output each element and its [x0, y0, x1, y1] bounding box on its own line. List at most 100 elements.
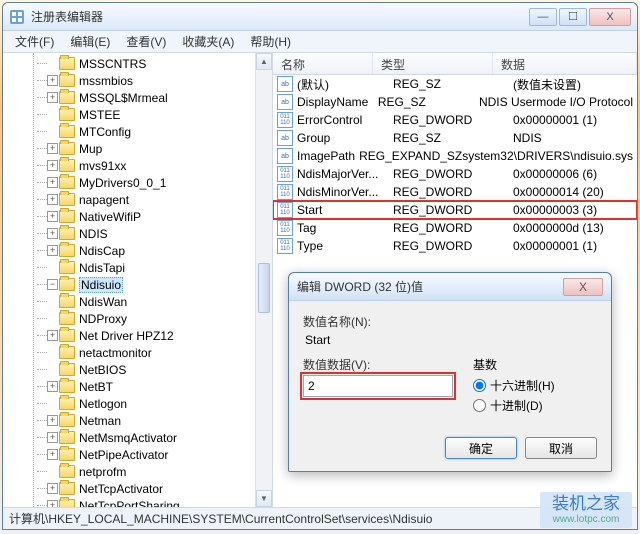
close-button[interactable]: X: [589, 8, 631, 26]
folder-icon: [59, 142, 75, 155]
expand-icon[interactable]: +: [47, 211, 58, 222]
tree-item[interactable]: +netactmonitor: [7, 344, 272, 361]
dialog-titlebar[interactable]: 编辑 DWORD (32 位)值 X: [289, 273, 611, 301]
expand-icon[interactable]: +: [47, 194, 58, 205]
dword-icon: 011110: [277, 166, 293, 182]
tree-item[interactable]: +Mup: [7, 140, 272, 157]
tree-item-label: mssmbios: [79, 74, 133, 88]
tree-item-label: NetBIOS: [79, 363, 126, 377]
tree-scrollbar[interactable]: ▲ ▼: [255, 53, 272, 507]
cell-name: Tag: [297, 221, 393, 235]
folder-icon: [59, 329, 75, 342]
expand-icon[interactable]: +: [47, 483, 58, 494]
tree-item[interactable]: +Net Driver HPZ12: [7, 327, 272, 344]
minimize-button[interactable]: —: [529, 8, 557, 26]
cell-name: NdisMajorVer...: [297, 167, 393, 181]
cell-data: 0x00000003 (3): [513, 203, 633, 217]
cell-type: REG_DWORD: [393, 113, 513, 127]
tree-item[interactable]: +NdisWan: [7, 293, 272, 310]
maximize-button[interactable]: ☐: [559, 8, 587, 26]
tree-item[interactable]: +MTConfig: [7, 123, 272, 140]
tree-item[interactable]: +NdisCap: [7, 242, 272, 259]
dialog-close-button[interactable]: X: [563, 278, 603, 296]
tree-item[interactable]: +MSSQL$Mrmeal: [7, 89, 272, 106]
cell-type: REG_DWORD: [393, 167, 513, 181]
list-row[interactable]: 011110TypeREG_DWORD0x00000001 (1): [273, 237, 637, 255]
folder-icon: [59, 295, 75, 308]
list-row[interactable]: 011110NdisMajorVer...REG_DWORD0x00000006…: [273, 165, 637, 183]
list-row[interactable]: ab(默认)REG_SZ(数值未设置): [273, 75, 637, 93]
expand-icon[interactable]: +: [47, 143, 58, 154]
menu-favorites[interactable]: 收藏夹(A): [174, 31, 242, 52]
list-row[interactable]: 011110StartREG_DWORD0x00000003 (3): [273, 201, 637, 219]
tree-item[interactable]: +Netman: [7, 412, 272, 429]
tree-item[interactable]: +NDIS: [7, 225, 272, 242]
cell-type: REG_SZ: [378, 95, 479, 109]
tree-item-label: NdisWan: [79, 295, 127, 309]
tree-item[interactable]: +napagent: [7, 191, 272, 208]
folder-icon: [59, 176, 75, 189]
tree-item[interactable]: + NetTcpActivator: [7, 480, 272, 497]
col-name[interactable]: 名称: [273, 53, 373, 74]
status-path: 计算机\HKEY_LOCAL_MACHINE\SYSTEM\CurrentCon…: [9, 510, 432, 527]
list-row[interactable]: 011110ErrorControlREG_DWORD0x00000001 (1…: [273, 111, 637, 129]
tree-item[interactable]: + NetTcpPortSharing: [7, 497, 272, 507]
folder-icon: [59, 57, 75, 70]
expand-icon[interactable]: +: [47, 381, 58, 392]
list-row[interactable]: abGroupREG_SZNDIS: [273, 129, 637, 147]
tree-item[interactable]: +NDProxy: [7, 310, 272, 327]
expand-icon[interactable]: +: [47, 245, 58, 256]
tree-item[interactable]: +NetMsmqActivator: [7, 429, 272, 446]
expand-icon[interactable]: +: [47, 75, 58, 86]
tree-item[interactable]: +MSTEE: [7, 106, 272, 123]
tree-item-label: NetTcpActivator: [79, 482, 163, 496]
scroll-down-icon[interactable]: ▼: [256, 490, 272, 507]
tree-item[interactable]: +MyDrivers0_0_1: [7, 174, 272, 191]
tree-item[interactable]: −Ndisuio: [7, 276, 272, 293]
col-type[interactable]: 类型: [373, 53, 493, 74]
list-row[interactable]: 011110TagREG_DWORD0x0000000d (13): [273, 219, 637, 237]
tree-panel[interactable]: +MSSCNTRS + mssmbios+MSSQL$Mrmeal+MSTEE+MT…: [3, 53, 273, 507]
expand-icon[interactable]: +: [47, 160, 58, 171]
expand-icon[interactable]: +: [47, 500, 58, 507]
folder-icon: [59, 346, 75, 359]
list-row[interactable]: abImagePathREG_EXPAND_SZsystem32\DRIVERS…: [273, 147, 637, 165]
tree-item[interactable]: +NetBIOS: [7, 361, 272, 378]
titlebar[interactable]: 注册表编辑器 — ☐ X: [3, 3, 637, 31]
tree-item[interactable]: +NetPipeActivator: [7, 446, 272, 463]
scroll-thumb[interactable]: [258, 263, 270, 313]
tree-item[interactable]: +netprofm: [7, 463, 272, 480]
menu-edit[interactable]: 编辑(E): [62, 31, 118, 52]
radio-dec[interactable]: 十进制(D): [473, 397, 555, 414]
col-data[interactable]: 数据: [493, 53, 637, 74]
expand-icon[interactable]: +: [47, 415, 58, 426]
ok-button[interactable]: 确定: [445, 437, 517, 459]
expand-icon[interactable]: +: [47, 449, 58, 460]
tree-item[interactable]: +Netlogon: [7, 395, 272, 412]
expand-icon[interactable]: +: [47, 92, 58, 103]
menu-view[interactable]: 查看(V): [118, 31, 174, 52]
tree-item[interactable]: + mssmbios: [7, 72, 272, 89]
list-row[interactable]: 011110NdisMinorVer...REG_DWORD0x00000014…: [273, 183, 637, 201]
menu-file[interactable]: 文件(F): [7, 31, 62, 52]
expand-icon[interactable]: −: [47, 279, 58, 290]
tree-item[interactable]: +MSSCNTRS: [7, 55, 272, 72]
expand-icon[interactable]: +: [47, 330, 58, 341]
folder-icon: [59, 448, 75, 461]
tree-item-label: NetTcpPortSharing: [79, 499, 180, 508]
value-data-input[interactable]: [303, 375, 453, 397]
tree-item[interactable]: +NativeWifiP: [7, 208, 272, 225]
menu-help[interactable]: 帮助(H): [242, 31, 299, 52]
list-row[interactable]: abDisplayNameREG_SZNDIS Usermode I/O Pro…: [273, 93, 637, 111]
tree-item[interactable]: +NetBT: [7, 378, 272, 395]
tree-item[interactable]: +mvs91xx: [7, 157, 272, 174]
expand-icon[interactable]: +: [47, 432, 58, 443]
tree-item[interactable]: +NdisTapi: [7, 259, 272, 276]
cancel-button[interactable]: 取消: [525, 437, 597, 459]
edit-dword-dialog: 编辑 DWORD (32 位)值 X 数值名称(N): Start 数值数据(V…: [288, 272, 612, 472]
scroll-up-icon[interactable]: ▲: [256, 53, 272, 70]
radio-hex[interactable]: 十六进制(H): [473, 377, 555, 394]
dword-icon: 011110: [277, 184, 293, 200]
expand-icon[interactable]: +: [47, 228, 58, 239]
expand-icon[interactable]: +: [47, 177, 58, 188]
